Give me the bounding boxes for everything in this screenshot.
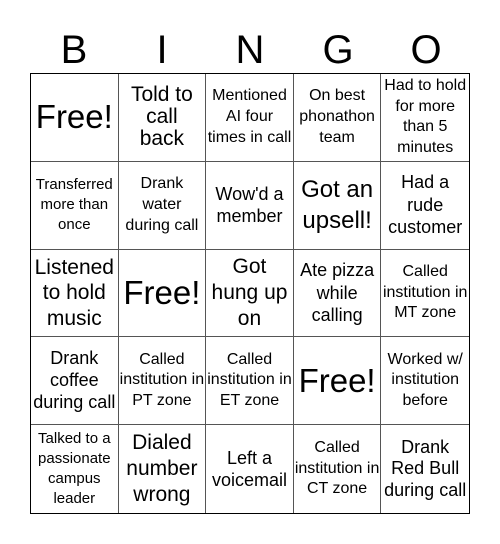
bingo-cell-free[interactable]: Free! bbox=[31, 74, 119, 162]
cell-text: Worked w/ institution before bbox=[387, 350, 463, 410]
header-letter-i: I bbox=[156, 28, 168, 72]
bingo-cell[interactable]: Left a voicemail bbox=[206, 425, 294, 513]
cell-text: Had to hold for more than 5 minutes bbox=[384, 76, 467, 157]
cell-text: Listened to hold music bbox=[34, 256, 114, 330]
cell-text: Wow'd a member bbox=[215, 183, 284, 227]
cell-text: Ate pizza while calling bbox=[300, 260, 375, 326]
bingo-cell[interactable]: Called institution in ET zone bbox=[206, 337, 294, 426]
cell-text: Drank Red Bull during call bbox=[384, 436, 467, 500]
bingo-cell[interactable]: Drank water during call bbox=[118, 161, 207, 250]
bingo-cell[interactable]: Drank Red Bull during call bbox=[381, 425, 469, 513]
cell-text: Drank coffee during call bbox=[33, 348, 116, 412]
cell-text: Called institution in CT zone bbox=[294, 438, 380, 498]
cell-text: Free! bbox=[123, 273, 201, 311]
bingo-header: B I N G O bbox=[30, 26, 470, 74]
bingo-cell-free[interactable]: Free! bbox=[293, 337, 382, 426]
bingo-cell[interactable]: Dialed number wrong bbox=[119, 425, 207, 513]
bingo-grid: Free! Told to call back Mentioned AI fou… bbox=[30, 73, 470, 514]
cell-text: Got an upsell! bbox=[301, 176, 374, 235]
header-letter-b: B bbox=[60, 28, 88, 72]
bingo-cell[interactable]: Had a rude customer bbox=[381, 162, 469, 250]
header-letter-n: N bbox=[235, 28, 265, 72]
bingo-cell[interactable]: Called institution in PT zone bbox=[118, 337, 207, 426]
bingo-cell[interactable]: Listened to hold music bbox=[31, 249, 119, 338]
cell-text: Got hung up on bbox=[211, 254, 288, 331]
bingo-cell[interactable]: Told to call back bbox=[118, 74, 207, 162]
cell-text: On best phonathon team bbox=[299, 87, 375, 146]
bingo-cell[interactable]: Got hung up on bbox=[206, 249, 294, 338]
cell-text: Dialed number wrong bbox=[126, 430, 198, 507]
bingo-cell[interactable]: Wow'd a member bbox=[206, 161, 294, 250]
cell-text: Drank water during call bbox=[125, 175, 199, 234]
bingo-cell[interactable]: Transferred more than once bbox=[31, 161, 119, 250]
header-letter-o: O bbox=[410, 28, 442, 72]
bingo-cell[interactable]: Ate pizza while calling bbox=[293, 249, 382, 338]
cell-text: Mentioned AI four times in call bbox=[207, 87, 292, 146]
cell-text: Had a rude customer bbox=[388, 172, 463, 238]
bingo-cell[interactable]: Had to hold for more than 5 minutes bbox=[381, 74, 469, 162]
bingo-cell[interactable]: Talked to a passionate campus leader bbox=[31, 425, 119, 513]
cell-text: Called institution in PT zone bbox=[119, 350, 205, 410]
header-letter-g: G bbox=[322, 28, 354, 72]
bingo-cell-free[interactable]: Free! bbox=[118, 249, 207, 338]
bingo-cell[interactable]: Drank coffee during call bbox=[31, 337, 119, 426]
cell-text: Free! bbox=[35, 98, 113, 136]
cell-text: Talked to a passionate campus leader bbox=[38, 429, 111, 508]
cell-text: Told to call back bbox=[130, 83, 193, 151]
cell-text: Transferred more than once bbox=[35, 175, 113, 234]
bingo-cell[interactable]: Called institution in CT zone bbox=[294, 425, 382, 513]
cell-text: Called institution in ET zone bbox=[207, 350, 292, 410]
cell-text: Left a voicemail bbox=[211, 447, 287, 491]
bingo-cell[interactable]: Worked w/ institution before bbox=[381, 337, 469, 426]
bingo-cell[interactable]: On best phonathon team bbox=[293, 74, 382, 162]
cell-text: Free! bbox=[298, 361, 376, 399]
bingo-cell[interactable]: Called institution in MT zone bbox=[381, 250, 469, 338]
cell-text: Called institution in MT zone bbox=[382, 262, 468, 322]
bingo-cell[interactable]: Got an upsell! bbox=[293, 161, 382, 250]
bingo-cell[interactable]: Mentioned AI four times in call bbox=[206, 74, 294, 162]
